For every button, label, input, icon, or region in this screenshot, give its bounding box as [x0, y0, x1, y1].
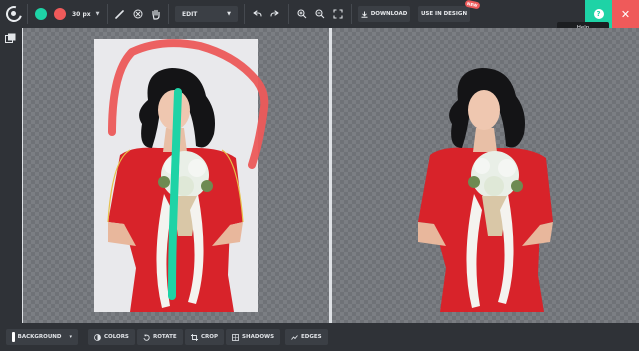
- bottom-toolbar: BACKGROUND ▾ COLORS ROTATE CROP SHADOWS …: [0, 323, 639, 351]
- subject-cutout: [418, 68, 553, 312]
- shadows-icon: [232, 333, 239, 341]
- edges-button[interactable]: EDGES: [285, 329, 328, 345]
- rotate-button[interactable]: ROTATE: [137, 329, 183, 345]
- colors-label: COLORS: [104, 334, 129, 340]
- photo-editor-app: 30 px ▼ EDIT ▼ DOWNLOAD USE IN DESIGN NE…: [0, 0, 639, 351]
- rotate-label: ROTATE: [153, 334, 177, 340]
- result-canvas-artwork: [418, 68, 553, 312]
- shadows-label: SHADOWS: [242, 334, 275, 340]
- background-label: BACKGROUND: [17, 334, 62, 340]
- crop-icon: [191, 333, 198, 341]
- shadows-button[interactable]: SHADOWS: [226, 329, 281, 345]
- background-button[interactable]: BACKGROUND ▾: [6, 329, 78, 345]
- background-swatch-icon: [12, 332, 15, 342]
- crop-label: CROP: [201, 334, 218, 340]
- crop-button[interactable]: CROP: [185, 329, 224, 345]
- edges-label: EDGES: [301, 334, 322, 340]
- chevron-down-icon: ▾: [69, 334, 72, 340]
- colors-button[interactable]: COLORS: [88, 329, 135, 345]
- contrast-icon: [94, 333, 101, 341]
- rotate-icon: [143, 334, 150, 341]
- edges-icon: [291, 334, 298, 340]
